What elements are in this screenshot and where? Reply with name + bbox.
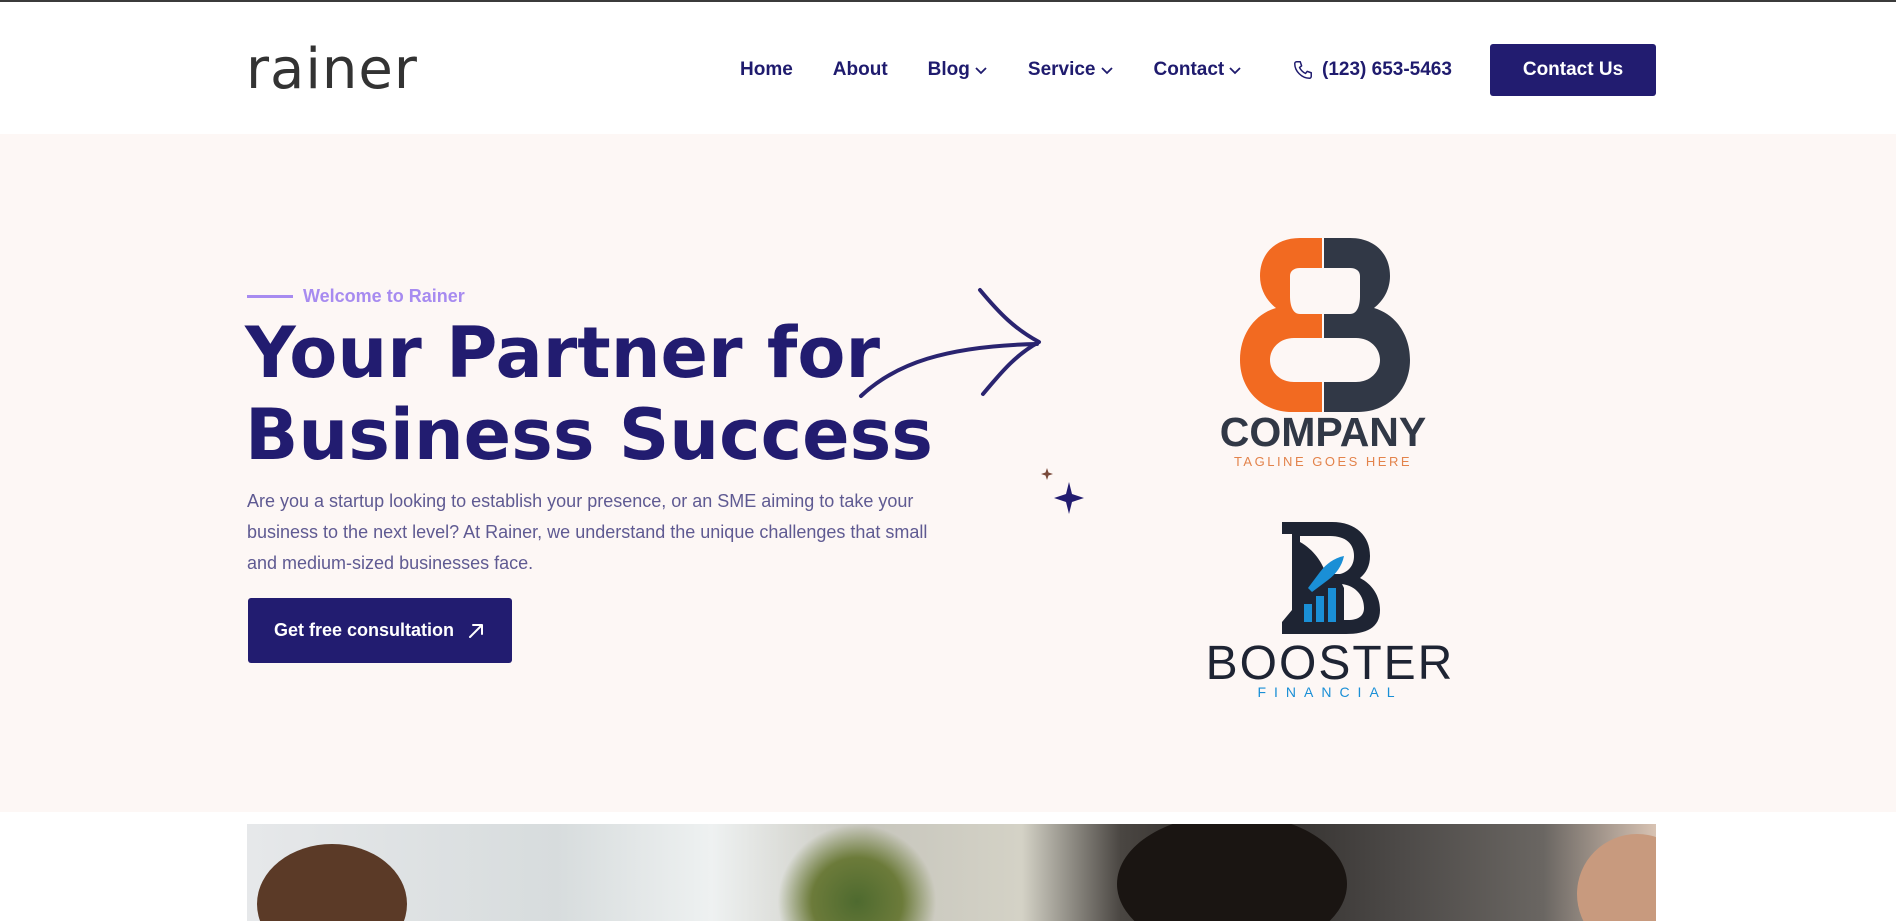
company-logo-tagline: TAGLINE GOES HERE: [1233, 454, 1413, 469]
sparkle-decoration: [1041, 468, 1084, 514]
get-consultation-button[interactable]: Get free consultation: [248, 598, 512, 663]
photo-plant: [777, 824, 937, 921]
hero-title-line: Your Partner for: [245, 312, 880, 394]
contact-us-button[interactable]: Contact Us: [1490, 44, 1656, 96]
eyebrow-line: [247, 295, 293, 298]
nav-item-label: About: [832, 59, 888, 80]
eyebrow-text: Welcome to Rainer: [303, 286, 465, 306]
booster-logo-mark: [1282, 522, 1380, 634]
hero-title-line: Business Success: [245, 394, 933, 476]
cta-label: Get free consultation: [273, 620, 455, 640]
hero-description: Are you a startup looking to establish y…: [247, 491, 928, 573]
nav-item-label: Blog: [927, 59, 970, 80]
team-photo: [247, 824, 1656, 921]
photo-person: [1577, 834, 1656, 921]
booster-logo-subtitle: FINANCIAL: [1257, 684, 1403, 700]
site-header: rainer Home About Blog Service Contact (…: [0, 2, 1896, 132]
hero-eyebrow: Welcome to Rainer: [247, 286, 465, 307]
nav-item-label: Home: [740, 59, 793, 80]
nav-item-service[interactable]: Service: [1028, 59, 1114, 81]
booster-logo-name: BOOSTER: [1205, 637, 1455, 690]
nav-item-about[interactable]: About: [833, 59, 888, 81]
phone-icon: [1294, 61, 1312, 79]
phone-number: (123) 653-5463: [1322, 59, 1452, 80]
photo-person: [1117, 824, 1347, 921]
chevron-down-icon: [1229, 67, 1241, 75]
nav-item-label: Contact: [1153, 59, 1225, 80]
nav-item-home[interactable]: Home: [740, 59, 793, 81]
photo-person: [257, 844, 407, 921]
nav-item-contact[interactable]: Contact: [1154, 59, 1243, 81]
chevron-down-icon: [975, 67, 987, 75]
hero-title: Your Partner for Business Success: [245, 312, 945, 476]
company-logo-name: COMPANY: [1219, 409, 1427, 455]
hero-section: Welcome to Rainer Your Partner for Busin…: [0, 134, 1896, 812]
curved-arrow-decoration: [859, 288, 1041, 398]
arrow-up-right-icon: [469, 623, 484, 638]
nav-item-label: Service: [1027, 59, 1096, 80]
main-nav: Home About Blog Service Contact: [740, 52, 1282, 88]
nav-item-blog[interactable]: Blog: [928, 59, 988, 81]
header-phone[interactable]: (123) 653-5463: [1292, 52, 1452, 88]
site-logo[interactable]: rainer: [246, 30, 418, 110]
chevron-down-icon: [1100, 67, 1113, 75]
